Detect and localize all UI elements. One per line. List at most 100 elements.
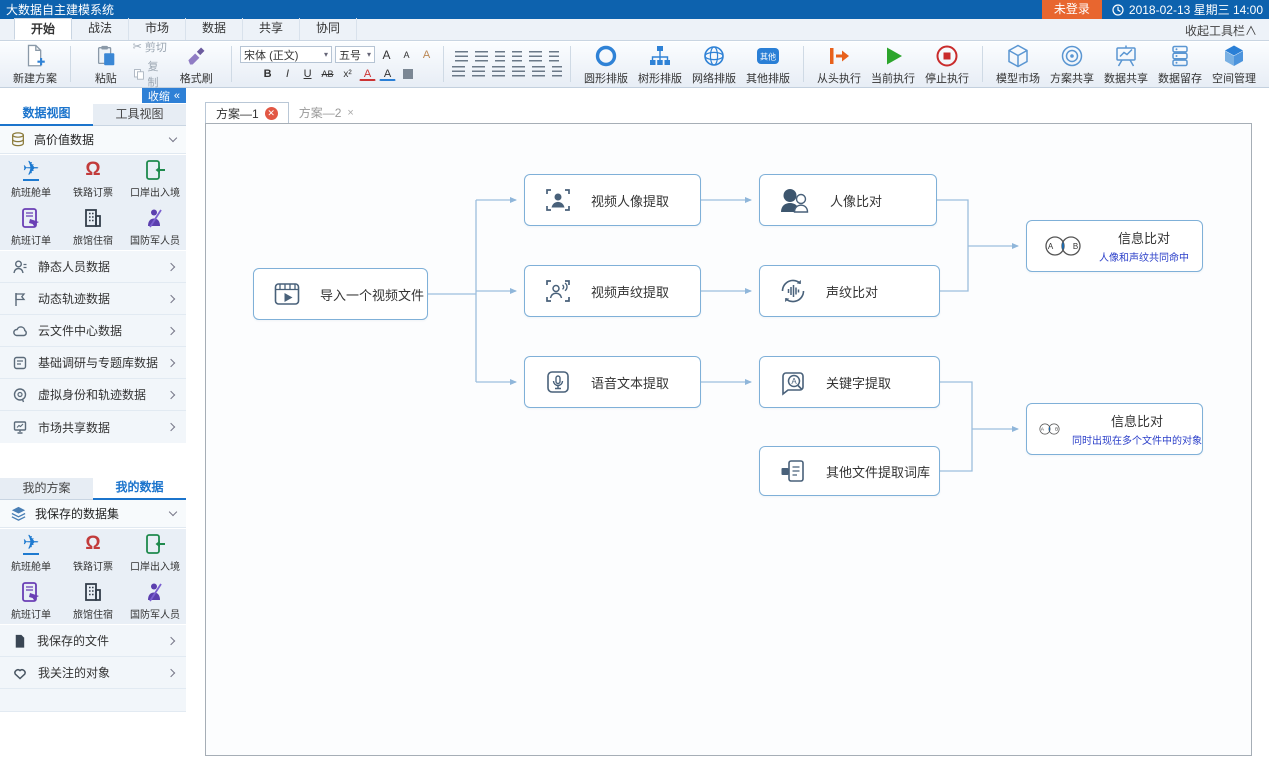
paste-button[interactable]: 粘贴 bbox=[79, 43, 133, 86]
format-painter-button[interactable]: 格式刷 bbox=[169, 43, 223, 86]
model-market-button[interactable]: 模型市场 bbox=[991, 43, 1045, 86]
tab-tool-view[interactable]: 工具视图 bbox=[93, 104, 186, 126]
data-retain-button[interactable]: 数据留存 bbox=[1153, 43, 1207, 86]
sidebar-item-my-followed[interactable]: 我关注的对象 bbox=[0, 657, 186, 689]
font-size-select[interactable]: 五号 ▾ bbox=[335, 46, 375, 63]
node-info-compare-2[interactable]: A B 信息比对 同时出现在多个文件中的对象 bbox=[1026, 403, 1203, 455]
character-shading-button[interactable] bbox=[399, 66, 416, 82]
sidebar-item-dynamic-trajectory[interactable]: 动态轨迹数据 bbox=[0, 283, 186, 315]
sidebar-item-market-shared[interactable]: 市场共享数据 bbox=[0, 411, 186, 443]
saved-border-entry[interactable]: 口岸出入境 bbox=[124, 529, 186, 577]
show-marks-icon[interactable] bbox=[549, 51, 559, 62]
align-center-icon[interactable] bbox=[472, 66, 485, 77]
font-color-button[interactable]: A bbox=[359, 67, 376, 81]
tree-layout-button[interactable]: 树形排版 bbox=[633, 43, 687, 86]
tab-collaborate[interactable]: 协同 bbox=[300, 18, 357, 40]
dataset-flight-order[interactable]: 航班订单 bbox=[0, 203, 62, 251]
borders-icon[interactable] bbox=[552, 66, 562, 77]
node-keyword-extract[interactable]: A 关键字提取 bbox=[759, 356, 940, 408]
section-saved-datasets[interactable]: 我保存的数据集 bbox=[0, 500, 186, 528]
increase-indent-icon[interactable] bbox=[512, 51, 522, 62]
ribbon-separator bbox=[570, 46, 571, 82]
doc-tab-plan1[interactable]: 方案—1 ✕ bbox=[205, 102, 289, 123]
sidebar-collapse-button[interactable]: 收缩 « bbox=[142, 88, 186, 103]
chevron-down-icon bbox=[169, 508, 177, 516]
node-info-compare-1[interactable]: A B 信息比对 人像和声纹共同命中 bbox=[1026, 220, 1203, 272]
node-import-video-file[interactable]: 导入一个视频文件 bbox=[253, 268, 428, 320]
decrease-indent-icon[interactable] bbox=[495, 51, 505, 62]
dataset-border-entry[interactable]: 口岸出入境 bbox=[124, 155, 186, 203]
tab-my-data[interactable]: 我的数据 bbox=[93, 478, 186, 500]
flow-canvas[interactable]: 导入一个视频文件 视频人像提取 人像比对 bbox=[205, 123, 1252, 756]
new-plan-button[interactable]: 新建方案 bbox=[8, 43, 62, 86]
run-current-button[interactable]: 当前执行 bbox=[866, 43, 920, 86]
sidebar-item-static-personnel[interactable]: 静态人员数据 bbox=[0, 251, 186, 283]
tab-market[interactable]: 市场 bbox=[129, 18, 186, 40]
dataset-flight-manifest[interactable]: ✈ 航班舱单 bbox=[0, 155, 62, 203]
align-right-icon[interactable] bbox=[492, 66, 505, 77]
plan-share-button[interactable]: 方案共享 bbox=[1045, 43, 1099, 86]
node-video-face-extract[interactable]: 视频人像提取 bbox=[524, 174, 701, 226]
node-face-compare[interactable]: 人像比对 bbox=[759, 174, 937, 226]
bold-button[interactable]: B bbox=[259, 66, 276, 82]
sidebar-item-cloud-file[interactable]: 云文件中心数据 bbox=[0, 315, 186, 347]
tab-home[interactable]: 开始 bbox=[14, 18, 72, 40]
high-value-icon-grid: ✈ 航班舱单 Ω 铁路订票 口岸出入境 bbox=[0, 155, 186, 250]
bullet-list-icon[interactable] bbox=[455, 51, 468, 62]
data-share-button[interactable]: 数据共享 bbox=[1099, 43, 1153, 86]
stop-icon bbox=[934, 44, 960, 69]
dataset-railway-ticket[interactable]: Ω 铁路订票 bbox=[62, 155, 124, 203]
login-status-badge[interactable]: 未登录 bbox=[1042, 0, 1102, 19]
close-tab-icon[interactable]: × bbox=[347, 107, 353, 119]
cut-button[interactable]: ✂ 剪切 bbox=[133, 39, 170, 55]
dataset-military-person[interactable]: 国防军人员 bbox=[124, 203, 186, 251]
sidebar-item-virtual-identity[interactable]: 虚拟身份和轨迹数据 bbox=[0, 379, 186, 411]
tab-my-plans[interactable]: 我的方案 bbox=[0, 478, 93, 500]
database-icon bbox=[10, 131, 26, 148]
space-manage-button[interactable]: 空间管理 bbox=[1207, 43, 1261, 86]
sidebar-item-research-library[interactable]: 基础调研与专题库数据 bbox=[0, 347, 186, 379]
saved-military-person[interactable]: 国防军人员 bbox=[124, 577, 186, 625]
saved-flight-order[interactable]: 航班订单 bbox=[0, 577, 62, 625]
font-family-select[interactable]: 宋体 (正文) ▾ bbox=[240, 46, 332, 63]
line-spacing-icon[interactable] bbox=[532, 66, 545, 77]
saved-hotel[interactable]: 旅馆住宿 bbox=[62, 577, 124, 625]
tab-tactics[interactable]: 战法 bbox=[72, 18, 129, 40]
shrink-font-button[interactable]: A bbox=[398, 47, 415, 63]
run-from-start-button[interactable]: 从头执行 bbox=[812, 43, 866, 86]
tab-data[interactable]: 数据 bbox=[186, 18, 243, 40]
section-high-value-data[interactable]: 高价值数据 bbox=[0, 126, 186, 154]
copy-button[interactable]: 复制 bbox=[133, 58, 170, 90]
doc-tab-plan2[interactable]: 方案—2 × bbox=[289, 102, 364, 123]
strikethrough-button[interactable]: AB bbox=[319, 66, 336, 82]
grow-font-button[interactable]: A bbox=[378, 47, 395, 63]
sidebar-item-my-saved-files[interactable]: 我保存的文件 bbox=[0, 625, 186, 657]
tab-data-view[interactable]: 数据视图 bbox=[0, 104, 93, 126]
dataset-hotel[interactable]: 旅馆住宿 bbox=[62, 203, 124, 251]
align-left-icon[interactable] bbox=[452, 66, 465, 77]
stop-button[interactable]: 停止执行 bbox=[920, 43, 974, 86]
saved-railway-ticket[interactable]: Ω 铁路订票 bbox=[62, 529, 124, 577]
sort-icon[interactable] bbox=[529, 51, 542, 62]
cube-outline-icon bbox=[1005, 44, 1031, 69]
superscript-button[interactable]: x² bbox=[339, 66, 356, 82]
text-effects-button[interactable]: A bbox=[418, 47, 435, 63]
node-other-files-lexicon[interactable]: 其他文件提取词库 bbox=[759, 446, 940, 496]
close-tab-icon[interactable]: ✕ bbox=[265, 107, 278, 120]
italic-button[interactable]: I bbox=[279, 66, 296, 82]
saved-flight-manifest[interactable]: ✈ 航班舱单 bbox=[0, 529, 62, 577]
numbered-list-icon[interactable] bbox=[475, 51, 488, 62]
underline-button[interactable]: U bbox=[299, 66, 316, 82]
voiceprint-frame-icon bbox=[543, 276, 573, 306]
node-voiceprint-compare[interactable]: 声纹比对 bbox=[759, 265, 940, 317]
collapse-toolbar-button[interactable]: 收起工具栏∧ bbox=[1185, 22, 1257, 39]
node-speech-text-extract[interactable]: 语音文本提取 bbox=[524, 356, 701, 408]
node-video-voiceprint-extract[interactable]: 视频声纹提取 bbox=[524, 265, 701, 317]
tab-share[interactable]: 共享 bbox=[243, 18, 300, 40]
keyword-magnifier-icon: A bbox=[778, 367, 808, 397]
network-layout-button[interactable]: 网络排版 bbox=[687, 43, 741, 86]
highlight-color-button[interactable]: A bbox=[379, 67, 396, 81]
circle-layout-button[interactable]: 圆形排版 bbox=[579, 43, 633, 86]
other-layout-button[interactable]: 其他 其他排版 bbox=[741, 43, 795, 86]
justify-icon[interactable] bbox=[512, 66, 525, 77]
